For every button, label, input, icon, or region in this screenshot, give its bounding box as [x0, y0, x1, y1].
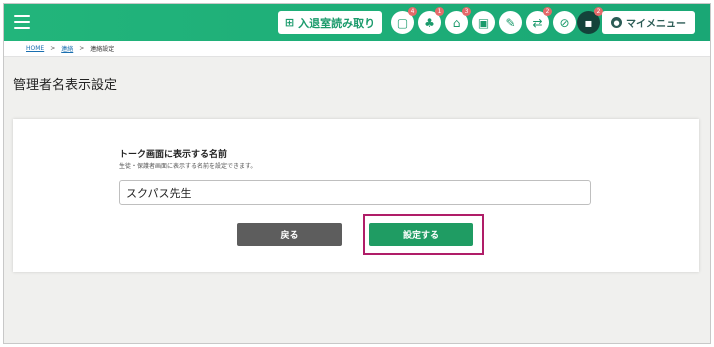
user-icon: ●	[611, 17, 622, 28]
display-name-label: トーク画面に表示する名前	[119, 150, 228, 160]
hamburger-menu-icon[interactable]	[14, 15, 30, 29]
group-badge: 1	[435, 7, 444, 16]
display-name-input[interactable]	[119, 180, 591, 205]
gift-button[interactable]: ▣	[472, 11, 495, 34]
breadcrumb-section[interactable]: 連絡	[61, 44, 73, 53]
transfer-icon: ⇄	[532, 15, 543, 30]
school-icon: ⌂	[452, 15, 461, 30]
breadcrumb: HOME > 連絡 > 連絡設定	[4, 41, 710, 57]
qr-code-icon: ⊞	[284, 16, 295, 29]
page-title: 管理者名表示設定	[13, 78, 118, 93]
group-button[interactable]: ♣ 1	[418, 7, 444, 34]
school-button[interactable]: ⌂ 3	[445, 7, 471, 34]
breadcrumb-separator: >	[50, 45, 56, 52]
back-button[interactable]: 戻る	[237, 223, 342, 246]
display-name-help: 生徒・保護者画面に表示する名前を設定できます。	[119, 163, 257, 170]
app-window: ⊞ 入退室読み取り ▢ 4 ♣ 1 ⌂ 3 ▣ ✎ ⇄ 2 ⊘ ▪ 2 ● マイ…	[3, 3, 711, 344]
qr-checkin-button[interactable]: ⊞ 入退室読み取り	[278, 11, 382, 34]
settings-card: トーク画面に表示する名前 生徒・保護者画面に表示する名前を設定できます。 戻る …	[13, 119, 699, 272]
blocked-icon: ⊘	[559, 15, 570, 30]
my-menu-button[interactable]: ● マイメニュー	[602, 11, 695, 34]
note-icon: ✎	[505, 15, 516, 30]
blocked-button[interactable]: ⊘	[553, 11, 576, 34]
save-button[interactable]: 設定する	[369, 223, 473, 246]
breadcrumb-current: 連絡設定	[90, 46, 115, 53]
chat-badge: 4	[408, 7, 417, 16]
transfer-button[interactable]: ⇄ 2	[526, 7, 552, 34]
my-menu-label: マイメニュー	[626, 19, 686, 30]
chat-icon: ▢	[396, 15, 409, 30]
breadcrumb-home[interactable]: HOME	[26, 45, 44, 52]
school-badge: 3	[462, 7, 471, 16]
message-icon: ▪	[584, 15, 593, 30]
gift-icon: ▣	[477, 15, 490, 30]
chat-button[interactable]: ▢ 4	[391, 7, 417, 34]
transfer-badge: 2	[543, 7, 552, 16]
top-navigation-bar: ⊞ 入退室読み取り ▢ 4 ♣ 1 ⌂ 3 ▣ ✎ ⇄ 2 ⊘ ▪ 2 ● マイ…	[4, 4, 710, 41]
breadcrumb-separator: >	[79, 45, 85, 52]
group-icon: ♣	[424, 15, 435, 30]
message-button[interactable]: ▪ 2	[577, 7, 603, 34]
note-button[interactable]: ✎	[499, 11, 522, 34]
qr-checkin-label: 入退室読み取り	[298, 16, 376, 30]
